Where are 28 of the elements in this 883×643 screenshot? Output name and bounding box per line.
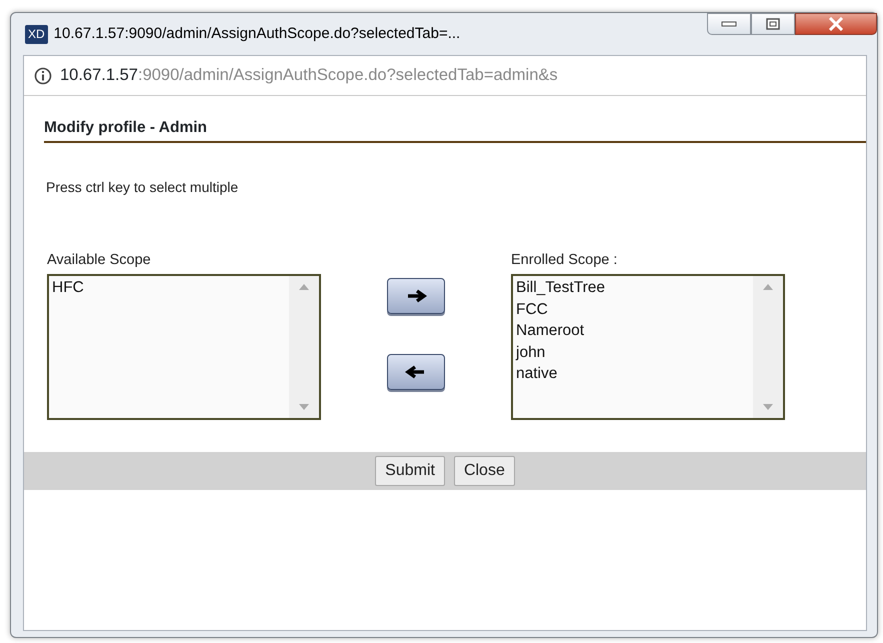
minimize-icon: [721, 20, 737, 28]
list-option[interactable]: john: [516, 342, 750, 363]
arrow-left-icon: [405, 364, 427, 380]
close-button[interactable]: [795, 13, 877, 35]
list-option[interactable]: Nameroot: [516, 320, 750, 342]
hint-text: Press ctrl key to select multiple: [46, 178, 240, 198]
list-box[interactable]: Bill_TestTree FCC Nameroot john native: [511, 274, 785, 420]
info-icon: [34, 66, 52, 84]
list-option[interactable]: FCC: [516, 298, 750, 320]
url-text[interactable]: 10.67.1.57:9090/admin/AssignAuthScope.do?selectedTab=admin&s: [60, 63, 558, 88]
minimize-button[interactable]: [707, 13, 751, 35]
list-box[interactable]: HFC: [47, 274, 321, 420]
window-title: 10.67.1.57:9090/admin/AssignAuthScope.do?selectedTab=...: [54, 24, 460, 44]
close-icon: [828, 17, 844, 31]
maximize-icon: [766, 18, 780, 30]
list-option[interactable]: Bill_TestTree: [516, 277, 750, 298]
move-right-button[interactable]: [387, 278, 445, 314]
footer-button[interactable]: Close: [454, 456, 515, 486]
list-option[interactable]: native: [516, 363, 750, 384]
list-label: Enrolled Scope :: [511, 251, 618, 270]
arrow-right-icon: [405, 288, 427, 304]
footer-button[interactable]: Submit: [375, 456, 445, 486]
section-heading: Modify profile - Admin: [44, 116, 866, 144]
app-icon: XD: [25, 24, 48, 44]
list-label: Available Scope: [47, 251, 152, 270]
maximize-button[interactable]: [751, 13, 795, 35]
list-option[interactable]: HFC: [52, 277, 286, 298]
move-left-button[interactable]: [387, 354, 445, 390]
